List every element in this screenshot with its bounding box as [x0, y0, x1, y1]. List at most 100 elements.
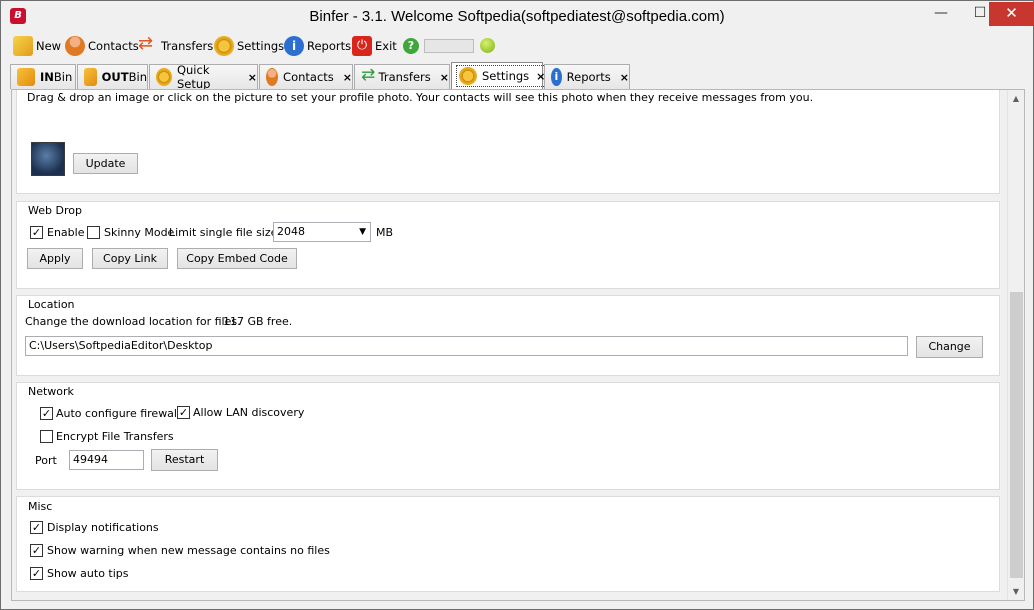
- help-button[interactable]: ?: [403, 35, 422, 57]
- tab-strip: IN Bin OUT Bin Quick Setup × Contacts × …: [1, 62, 1033, 91]
- minimize-button[interactable]: —: [919, 2, 963, 26]
- skinny-mode-label: Skinny Mode: [104, 226, 175, 239]
- display-notifications-checkbox[interactable]: [30, 521, 43, 534]
- transfers-button[interactable]: Transfers: [138, 33, 214, 57]
- tab-quick-setup[interactable]: Quick Setup ×: [149, 63, 258, 91]
- auto-tips-label: Show auto tips: [47, 567, 129, 580]
- transfers-icon: [138, 33, 158, 56]
- lan-discovery-label: Allow LAN discovery: [193, 406, 305, 419]
- transfers-label: Transfers: [161, 39, 214, 53]
- no-files-warning-checkbox[interactable]: [30, 544, 43, 557]
- limit-size-value: 2048: [277, 225, 305, 238]
- scroll-thumb[interactable]: [1010, 292, 1023, 578]
- contacts-icon: [266, 68, 279, 86]
- contacts-label: Contacts: [88, 39, 139, 53]
- location-description: Change the download location for files.: [25, 315, 241, 328]
- tab-quick-setup-label: Quick Setup: [176, 63, 211, 91]
- tab-transfers-label: Transfers: [378, 70, 431, 84]
- copy-embed-code-button[interactable]: Copy Embed Code: [177, 248, 297, 269]
- tab-contacts-label: Contacts: [283, 70, 334, 84]
- tab-in-bin-bold: IN: [40, 70, 54, 84]
- transfer-progress-bar: [424, 39, 474, 53]
- close-button[interactable]: ✕: [989, 2, 1034, 26]
- profile-photo[interactable]: [31, 142, 65, 176]
- tab-in-bin-label: Bin: [53, 70, 73, 84]
- tab-out-bin[interactable]: OUT Bin: [77, 64, 148, 89]
- settings-button[interactable]: Settings: [214, 35, 284, 57]
- restart-button[interactable]: Restart: [151, 449, 218, 471]
- update-button[interactable]: Update: [73, 153, 138, 174]
- title-bar: B Binfer - 3.1. Welcome Softpedia(softpe…: [1, 1, 1034, 32]
- gear-icon: [214, 36, 234, 56]
- new-button[interactable]: New: [13, 35, 61, 57]
- tab-out-bin-label: Bin: [128, 70, 147, 84]
- port-label: Port: [35, 454, 57, 467]
- chevron-down-icon: ▼: [359, 227, 366, 237]
- contacts-button[interactable]: Contacts: [65, 35, 139, 57]
- limit-unit-label: MB: [376, 226, 394, 239]
- free-space-label: 117 GB free.: [223, 315, 293, 328]
- copy-link-button[interactable]: Copy Link: [92, 248, 168, 269]
- auto-firewall-label: Auto configure firewall: [56, 407, 181, 420]
- tab-settings-label: Settings: [482, 69, 530, 83]
- change-location-button[interactable]: Change: [916, 336, 983, 358]
- settings-panel: Drag & drop an image or click on the pic…: [11, 89, 1025, 601]
- port-field[interactable]: 49494: [69, 450, 144, 470]
- tab-contacts[interactable]: Contacts ×: [259, 64, 353, 89]
- gear-icon: [459, 67, 477, 85]
- webdrop-title: Web Drop: [27, 204, 83, 217]
- outbox-icon: [84, 68, 97, 86]
- settings-label: Settings: [237, 39, 285, 53]
- location-title: Location: [27, 298, 76, 311]
- lan-discovery-checkbox[interactable]: [177, 406, 190, 419]
- auto-firewall-checkbox[interactable]: [40, 407, 53, 420]
- tab-settings[interactable]: Settings ×: [451, 62, 549, 89]
- encrypt-transfers-checkbox[interactable]: [40, 430, 53, 443]
- tab-reports[interactable]: i Reports ×: [544, 64, 630, 89]
- tab-close-icon[interactable]: ×: [440, 71, 449, 84]
- new-message-icon: [13, 36, 33, 56]
- profile-section: Drag & drop an image or click on the pic…: [16, 90, 1000, 194]
- tab-reports-label: Reports: [566, 70, 611, 84]
- misc-section: Misc Display notifications Show warning …: [16, 496, 1000, 592]
- inbox-icon: [17, 68, 35, 86]
- app-window: B Binfer - 3.1. Welcome Softpedia(softpe…: [0, 0, 1034, 610]
- help-icon: ?: [403, 38, 419, 54]
- network-section: Network Auto configure firewall Allow LA…: [16, 382, 1000, 490]
- info-icon: i: [551, 68, 562, 86]
- webdrop-enable-checkbox[interactable]: [30, 226, 43, 239]
- network-title: Network: [27, 385, 75, 398]
- tab-transfers[interactable]: ⇄ Transfers ×: [354, 64, 450, 89]
- auto-tips-checkbox[interactable]: [30, 567, 43, 580]
- tab-close-icon[interactable]: ×: [620, 71, 629, 84]
- limit-size-select[interactable]: 2048 ▼: [273, 222, 371, 242]
- reports-button[interactable]: i Reports: [284, 35, 351, 57]
- reports-label: Reports: [307, 39, 352, 53]
- contacts-icon: [65, 36, 85, 56]
- power-icon: ⏻: [352, 36, 372, 56]
- tab-out-bin-bold: OUT: [101, 70, 129, 84]
- window-title: Binfer - 3.1. Welcome Softpedia(softpedi…: [309, 8, 725, 25]
- display-notifications-label: Display notifications: [47, 521, 159, 534]
- tab-close-icon[interactable]: ×: [343, 71, 352, 84]
- misc-title: Misc: [27, 500, 54, 513]
- tab-close-icon[interactable]: ×: [248, 71, 257, 84]
- exit-button[interactable]: ⏻ Exit: [352, 35, 397, 57]
- apply-button[interactable]: Apply: [27, 248, 83, 269]
- webdrop-section: Web Drop Enable Skinny Mode Limit single…: [16, 201, 1000, 289]
- main-toolbar: New Contacts Transfers Settings i Report…: [1, 32, 1033, 60]
- scroll-up-arrow-icon[interactable]: ▲: [1008, 90, 1024, 107]
- gear-icon: [156, 68, 172, 86]
- info-icon: i: [284, 36, 304, 56]
- encrypt-transfers-label: Encrypt File Transfers: [56, 430, 174, 443]
- new-label: New: [36, 39, 62, 53]
- exit-label: Exit: [375, 39, 397, 53]
- profile-instructions: Drag & drop an image or click on the pic…: [27, 91, 814, 104]
- skinny-mode-checkbox[interactable]: [87, 226, 100, 239]
- vertical-scrollbar[interactable]: ▲ ▼: [1007, 90, 1024, 600]
- tab-in-bin[interactable]: IN Bin: [10, 64, 76, 89]
- download-path-field[interactable]: C:\Users\SoftpediaEditor\Desktop: [25, 336, 908, 356]
- scroll-down-arrow-icon[interactable]: ▼: [1008, 583, 1024, 600]
- location-section: Location Change the download location fo…: [16, 295, 1000, 376]
- webdrop-enable-label: Enable: [47, 226, 85, 239]
